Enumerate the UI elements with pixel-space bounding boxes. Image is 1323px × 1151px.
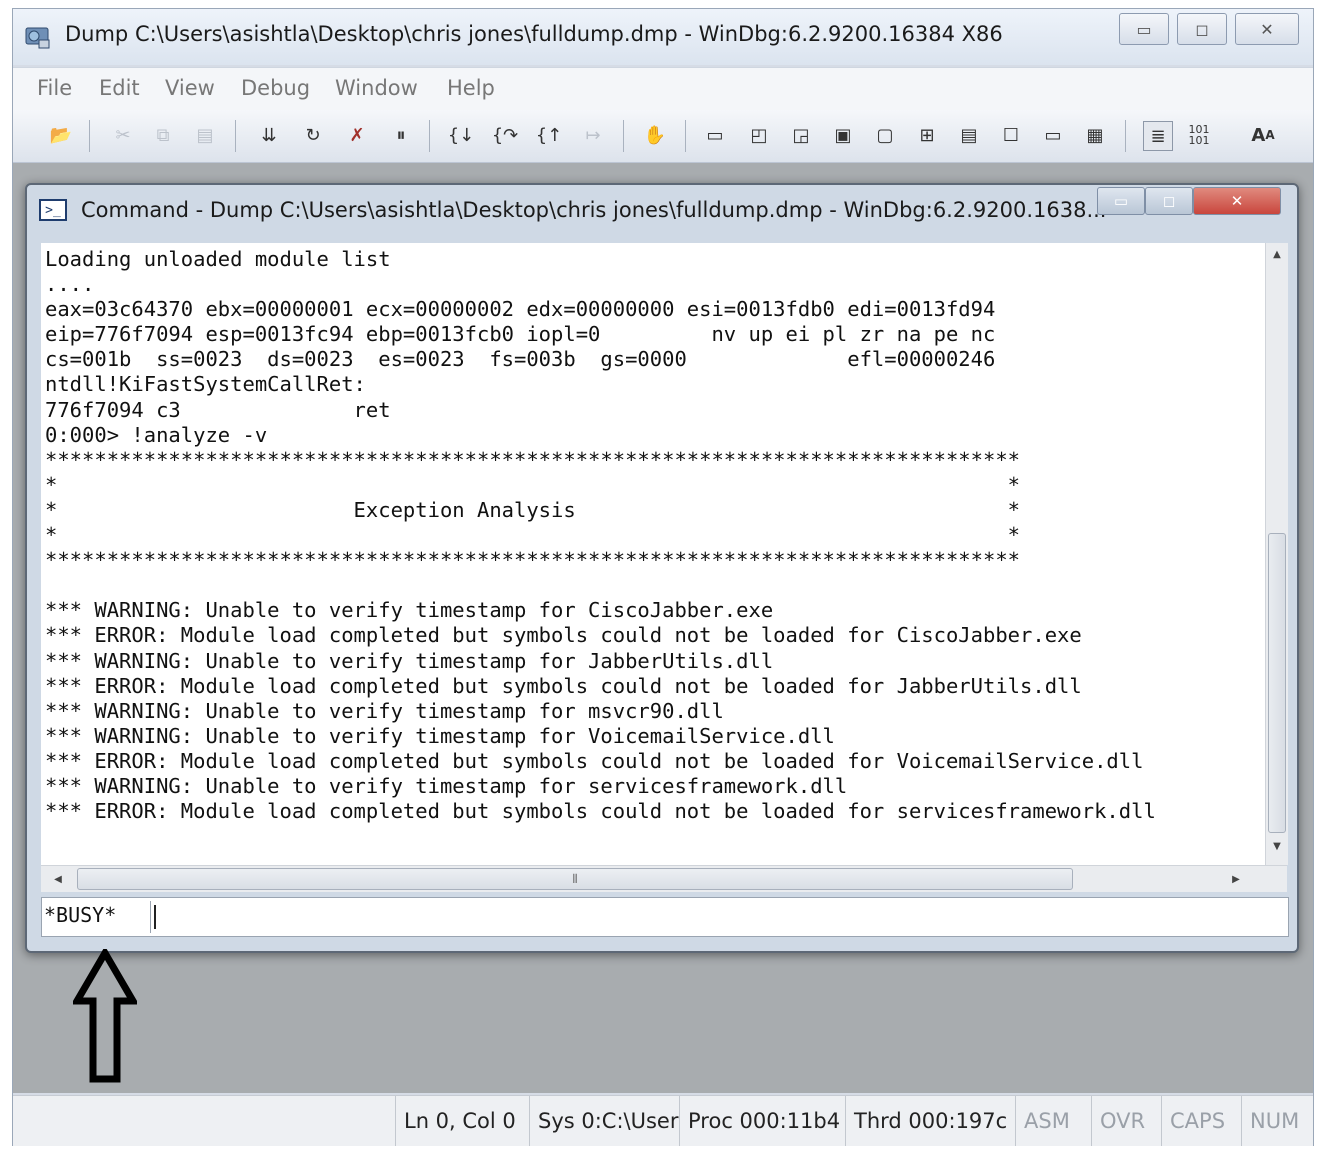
horizontal-scrollbar[interactable]: ◀ ⫴ ▶ [41, 865, 1287, 892]
status-thrd: Thrd 000:197c [845, 1096, 1015, 1146]
vertical-scroll-thumb[interactable] [1268, 533, 1286, 833]
run-to-cursor-icon[interactable]: ↦ [579, 121, 607, 149]
processes-threads-icon[interactable]: ▭ [1039, 121, 1067, 149]
mdi-workspace: >_ Command - Dump C:\Users\asishtla\Desk… [13, 163, 1313, 1093]
paste-icon[interactable]: ▤ [191, 121, 219, 149]
command-window: >_ Command - Dump C:\Users\asishtla\Desk… [25, 183, 1299, 953]
scroll-up-icon[interactable]: ▲ [1266, 243, 1288, 265]
command-output: Loading unloaded module list .... eax=03… [41, 243, 1265, 865]
stop-debugging-icon[interactable]: ✗ [343, 121, 371, 149]
status-num: NUM [1241, 1096, 1313, 1146]
status-asm: ASM [1015, 1096, 1091, 1146]
status-proc: Proc 000:11b4 [679, 1096, 845, 1146]
menu-debug[interactable]: Debug [241, 76, 310, 100]
title-bar: Dump C:\Users\asishtla\Desktop\chris jon… [13, 9, 1313, 65]
status-position: Ln 0, Col 0 [395, 1096, 529, 1146]
scroll-down-icon[interactable]: ▼ [1266, 835, 1288, 857]
busy-prompt: *BUSY* [44, 903, 117, 927]
step-over-icon[interactable]: {↷ [491, 121, 519, 149]
status-ovr: OVR [1091, 1096, 1161, 1146]
window-title: Dump C:\Users\asishtla\Desktop\chris jon… [65, 22, 1003, 46]
minimize-icon: ▭ [1113, 192, 1129, 210]
menu-window[interactable]: Window [335, 76, 418, 100]
cut-icon[interactable]: ✂ [109, 121, 137, 149]
locals-window-icon[interactable]: ◲ [787, 121, 815, 149]
vertical-scrollbar[interactable]: ▲ ▼ [1265, 243, 1288, 865]
menu-view[interactable]: View [165, 76, 215, 100]
command-title-bar: >_ Command - Dump C:\Users\asishtla\Desk… [27, 185, 1297, 237]
minimize-button[interactable]: ▭ [1119, 13, 1169, 45]
scroll-right-icon[interactable]: ▶ [1225, 868, 1247, 890]
command-maximize-button[interactable]: ◻ [1145, 187, 1193, 215]
command-window-icon[interactable]: ▭ [701, 121, 729, 149]
menu-bar: File Edit View Debug Window Help [13, 67, 1313, 111]
options-icon[interactable]: ▦ [1081, 121, 1109, 149]
status-sys: Sys 0:C:\User [529, 1096, 679, 1146]
windbg-app-icon [25, 27, 50, 49]
command-close-button[interactable]: ✕ [1193, 187, 1281, 215]
command-output-text: Loading unloaded module list .... eax=03… [45, 247, 1156, 824]
close-icon: ✕ [1260, 19, 1274, 39]
call-stack-window-icon[interactable]: ⊞ [913, 121, 941, 149]
command-window-title: Command - Dump C:\Users\asishtla\Desktop… [81, 198, 1107, 222]
scroll-left-icon[interactable]: ◀ [47, 868, 69, 890]
source-mode-icon[interactable]: ≣ [1143, 121, 1173, 151]
font-icon[interactable]: AA [1249, 121, 1277, 149]
menu-edit[interactable]: Edit [99, 76, 140, 100]
status-bar: Ln 0, Col 0 Sys 0:C:\User Proc 000:11b4 … [13, 1095, 1313, 1146]
close-icon: ✕ [1230, 192, 1244, 210]
text-caret [154, 905, 156, 929]
go-icon[interactable]: ⇊ [255, 121, 283, 149]
menu-file[interactable]: File [37, 76, 72, 100]
close-button[interactable]: ✕ [1235, 13, 1299, 45]
hand-icon[interactable]: ✋ [641, 121, 669, 149]
hex-mode-icon[interactable]: 101 101 [1185, 121, 1213, 149]
command-prompt-icon: >_ [39, 199, 67, 221]
step-into-icon[interactable]: {↓ [447, 121, 475, 149]
break-icon[interactable]: ⏸ [387, 121, 415, 149]
up-arrow-annotation-icon [73, 949, 137, 1083]
status-caps: CAPS [1161, 1096, 1241, 1146]
command-input[interactable] [150, 901, 1289, 933]
scratch-pad-icon[interactable]: ☐ [997, 121, 1025, 149]
maximize-icon: ◻ [1162, 192, 1176, 210]
step-out-icon[interactable]: {↑ [535, 121, 563, 149]
registers-window-icon[interactable]: ▣ [829, 121, 857, 149]
memory-window-icon[interactable]: ▢ [871, 121, 899, 149]
watch-window-icon[interactable]: ◰ [745, 121, 773, 149]
command-minimize-button[interactable]: ▭ [1097, 187, 1145, 215]
maximize-button[interactable]: ◻ [1177, 13, 1227, 45]
menu-help[interactable]: Help [447, 76, 495, 100]
open-folder-icon[interactable]: 📂 [47, 121, 75, 149]
copy-icon[interactable]: ⧉ [149, 121, 177, 149]
horizontal-scroll-thumb[interactable]: ⫴ [77, 868, 1073, 890]
minimize-icon: ▭ [1136, 19, 1152, 39]
maximize-icon: ◻ [1195, 19, 1209, 39]
command-input-row: *BUSY* [41, 897, 1289, 937]
disassembly-window-icon[interactable]: ▤ [955, 121, 983, 149]
restart-icon[interactable]: ↻ [299, 121, 327, 149]
windbg-window: Dump C:\Users\asishtla\Desktop\chris jon… [12, 8, 1314, 1146]
toolbar: 📂 ✂ ⧉ ▤ ⇊ ↻ ✗ ⏸ {↓ {↷ {↑ ↦ ✋ ▭ ◰ ◲ ▣ ▢ ⊞… [13, 110, 1313, 163]
